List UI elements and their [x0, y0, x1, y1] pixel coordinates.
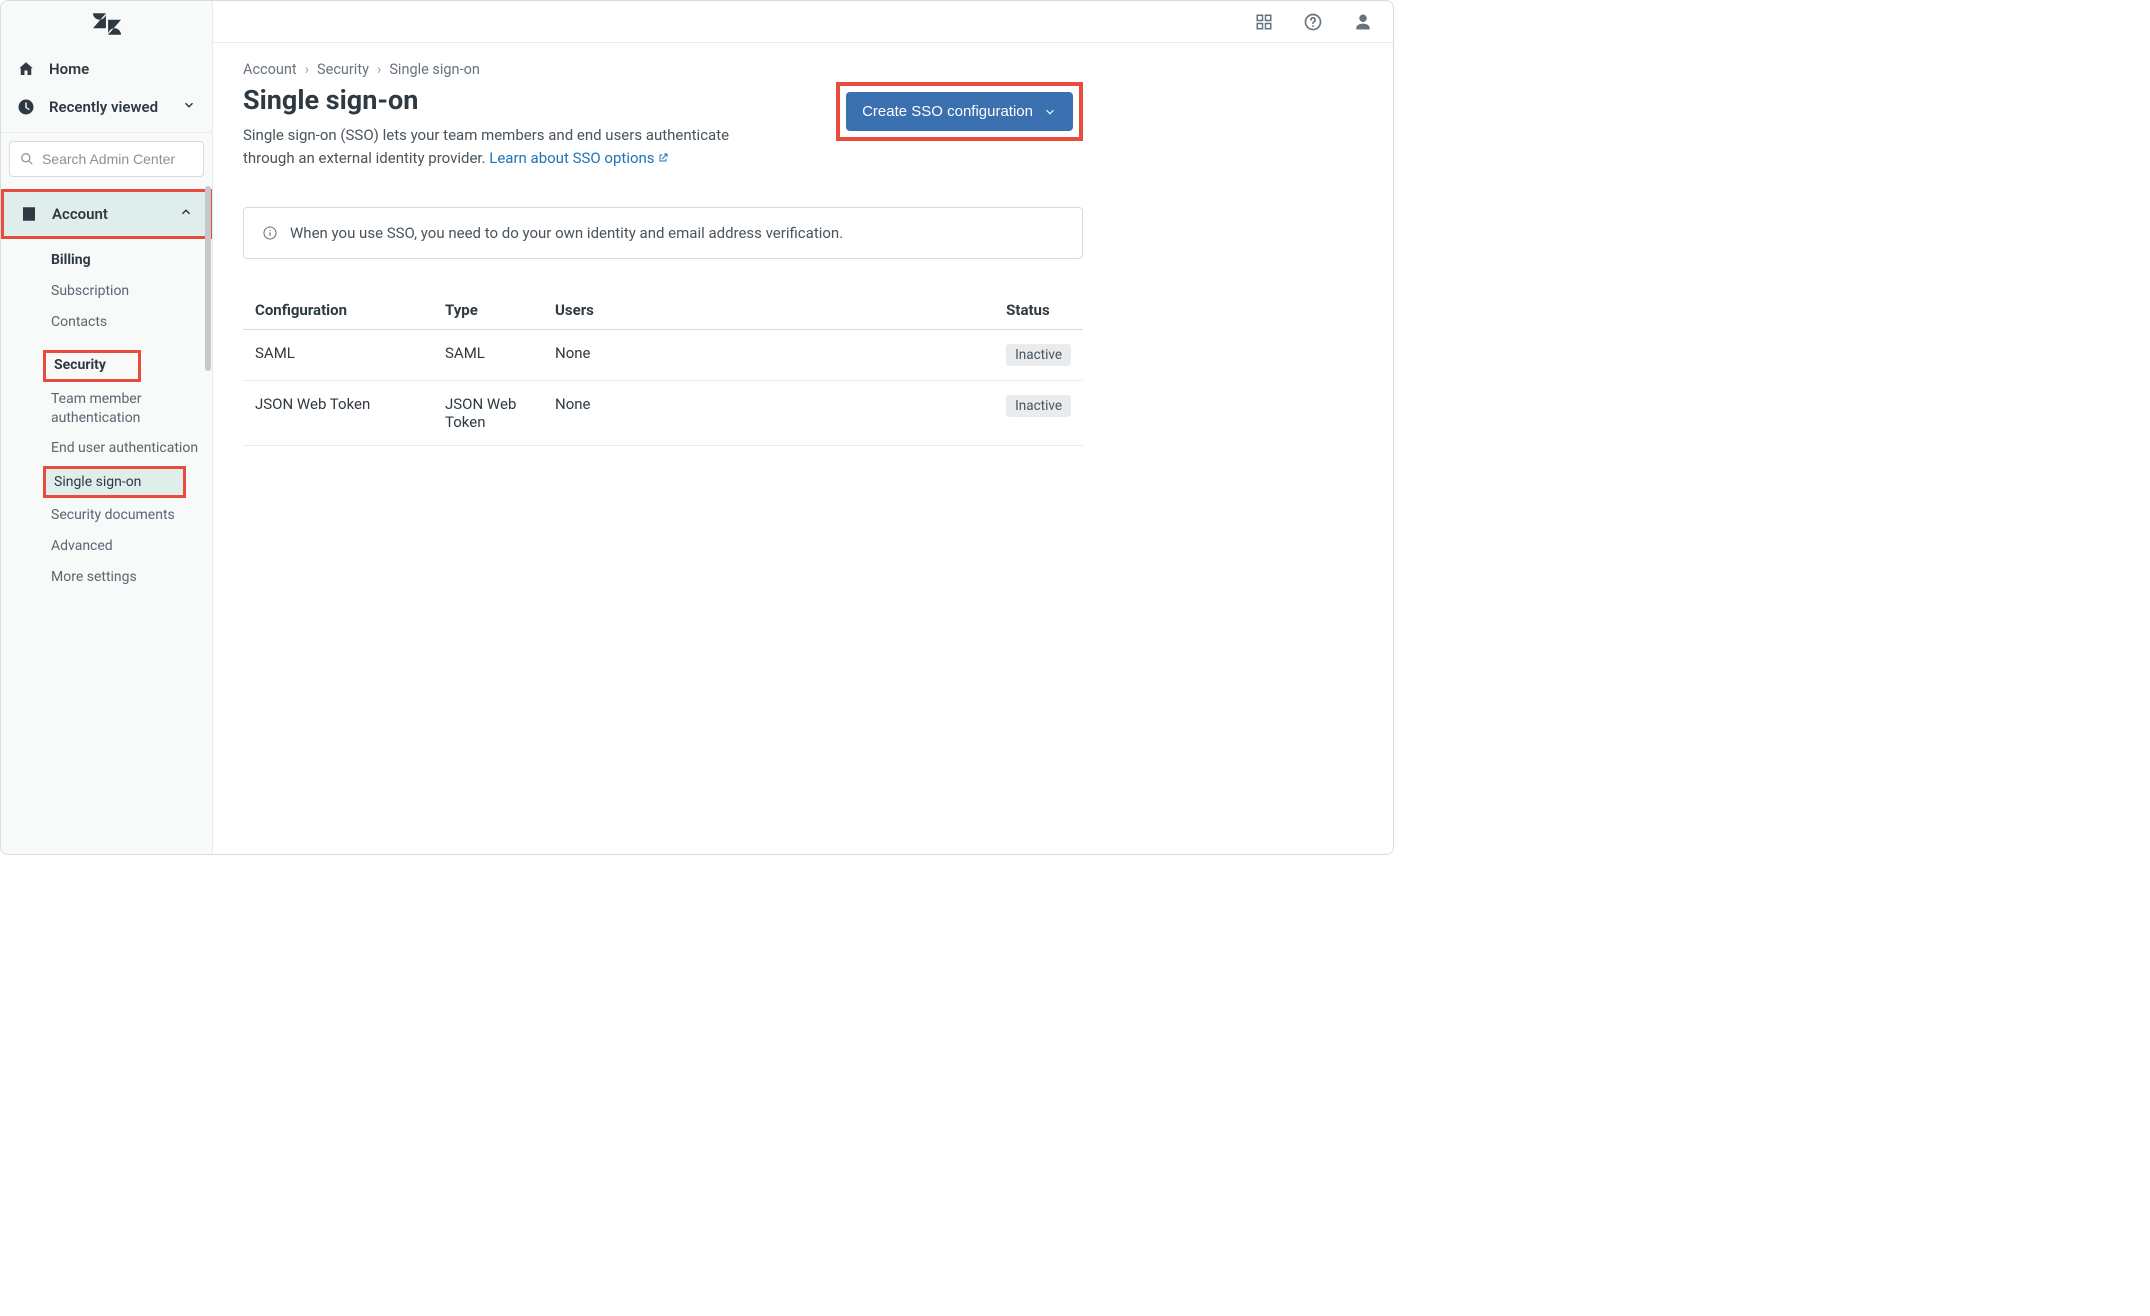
profile-icon[interactable] [1353, 12, 1373, 32]
scrollbar[interactable] [205, 186, 211, 371]
th-type[interactable]: Type [433, 291, 543, 330]
breadcrumb-account[interactable]: Account [243, 61, 297, 78]
th-configuration[interactable]: Configuration [243, 291, 433, 330]
sidebar-category-account[interactable]: Account [1, 189, 212, 239]
zendesk-logo[interactable] [1, 1, 212, 46]
search-field[interactable] [42, 151, 193, 167]
th-status[interactable]: Status [994, 291, 1083, 330]
status-badge: Inactive [1006, 344, 1071, 366]
sidebar-item-team-auth[interactable]: Team member authentication [1, 384, 212, 434]
nav-home-label: Home [49, 60, 89, 78]
learn-sso-link[interactable]: Learn about SSO options [489, 149, 668, 167]
sso-config-table: Configuration Type Users Status SAML SAM… [243, 291, 1083, 446]
nav-home[interactable]: Home [1, 50, 212, 88]
th-users[interactable]: Users [543, 291, 994, 330]
breadcrumb-current: Single sign-on [389, 61, 480, 78]
info-icon [262, 225, 278, 241]
table-row[interactable]: JSON Web Token JSON Web Token None Inact… [243, 381, 1083, 446]
clock-icon [17, 98, 35, 116]
chevron-down-icon [182, 98, 196, 116]
cta-highlight: Create SSO configuration [836, 82, 1083, 141]
create-sso-button[interactable]: Create SSO configuration [846, 92, 1073, 131]
table-row[interactable]: SAML SAML None Inactive [243, 330, 1083, 381]
breadcrumb: Account › Security › Single sign-on [243, 61, 1083, 78]
info-banner: When you use SSO, you need to do your ow… [243, 207, 1083, 259]
sidebar-item-subscription[interactable]: Subscription [1, 276, 212, 307]
sidebar-item-sso[interactable]: Single sign-on [43, 466, 186, 498]
cell-type: SAML [433, 330, 543, 381]
home-icon [17, 60, 35, 78]
breadcrumb-security[interactable]: Security [317, 61, 369, 78]
cell-users: None [543, 330, 994, 381]
search-icon [20, 151, 34, 167]
cell-config: JSON Web Token [243, 381, 433, 446]
external-link-icon [657, 152, 669, 164]
cell-type: JSON Web Token [433, 381, 543, 446]
nav-recent-label: Recently viewed [49, 98, 158, 116]
cell-status: Inactive [994, 330, 1083, 381]
sidebar-item-security-docs[interactable]: Security documents [1, 500, 212, 531]
chevron-up-icon [179, 205, 193, 223]
main: Account › Security › Single sign-on Sing… [213, 1, 1393, 854]
topbar [213, 1, 1393, 43]
building-icon [20, 205, 38, 223]
create-sso-label: Create SSO configuration [862, 103, 1033, 120]
apps-icon[interactable] [1255, 13, 1273, 31]
breadcrumb-sep: › [305, 61, 309, 78]
sidebar-item-more-settings[interactable]: More settings [1, 562, 212, 593]
info-banner-text: When you use SSO, you need to do your ow… [290, 224, 843, 242]
sidebar-item-security[interactable]: Security [43, 350, 141, 382]
category-label: Account [52, 205, 108, 223]
status-badge: Inactive [1006, 395, 1071, 417]
sidebar-item-end-user-auth[interactable]: End user authentication [1, 433, 212, 464]
sidebar-item-billing[interactable]: Billing [1, 245, 212, 276]
chevron-down-icon [1043, 105, 1057, 119]
sidebar-item-advanced[interactable]: Advanced [1, 531, 212, 562]
divider [1, 132, 212, 133]
search-input[interactable] [9, 141, 204, 177]
cell-config: SAML [243, 330, 433, 381]
sidebar-item-sso-label: Single sign-on [46, 469, 183, 495]
sidebar: Home Recently viewed Account Billing Sub… [1, 1, 213, 854]
breadcrumb-sep: › [377, 61, 381, 78]
cell-users: None [543, 381, 994, 446]
cell-status: Inactive [994, 381, 1083, 446]
page-title: Single sign-on [243, 84, 816, 116]
sidebar-item-contacts[interactable]: Contacts [1, 307, 212, 338]
help-icon[interactable] [1303, 12, 1323, 32]
nav-recently-viewed[interactable]: Recently viewed [1, 88, 212, 126]
page-description: Single sign-on (SSO) lets your team memb… [243, 124, 783, 169]
